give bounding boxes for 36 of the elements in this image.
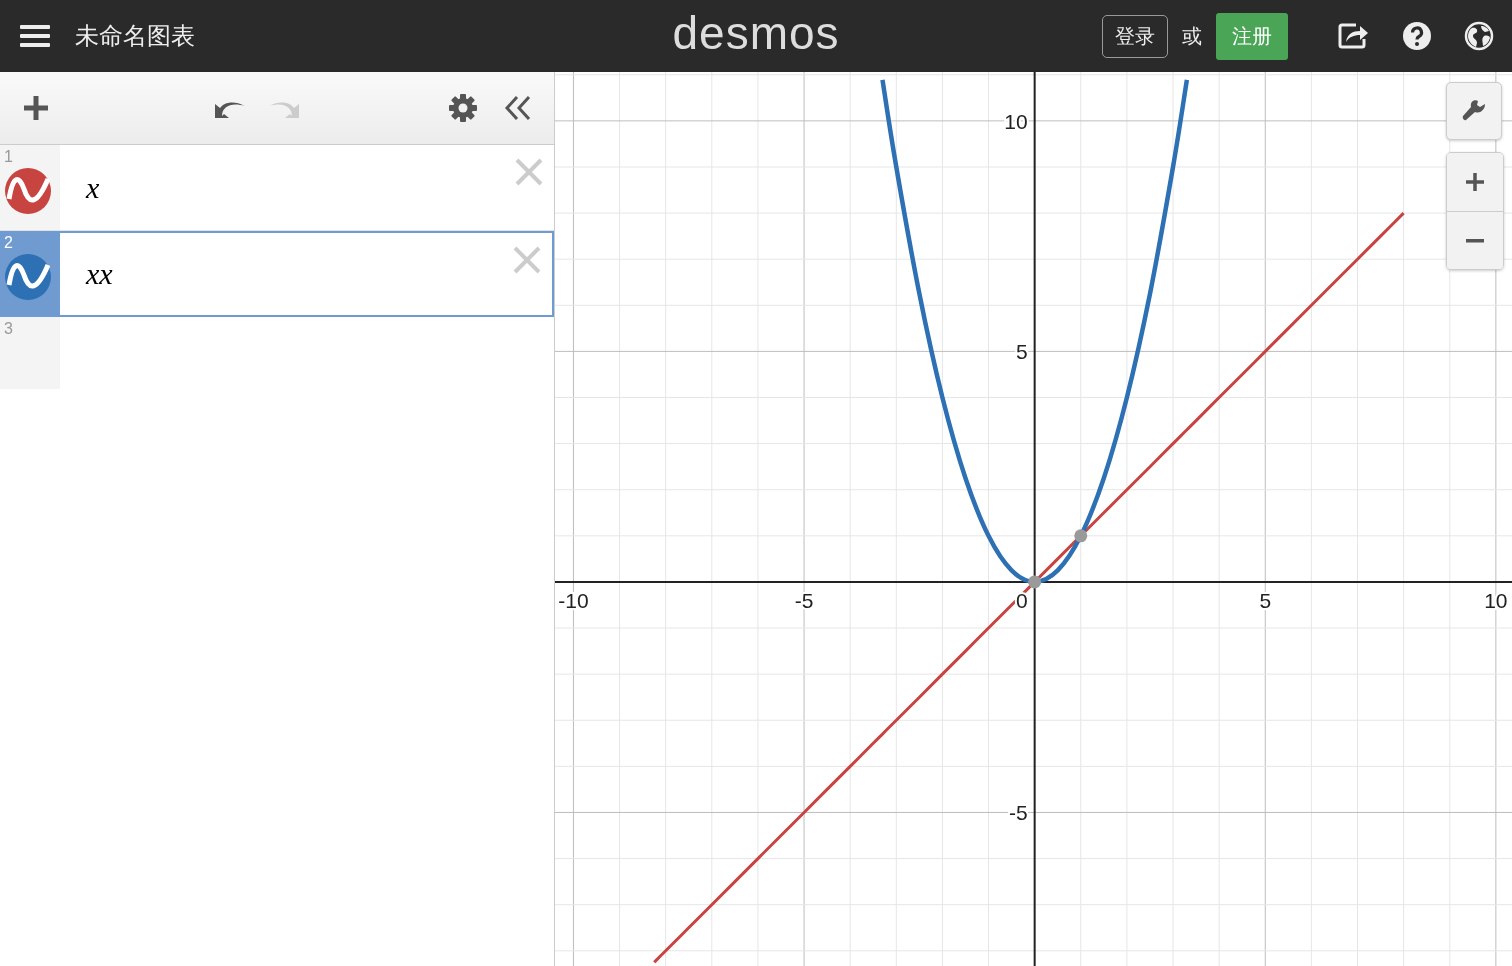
row-number: 3 — [4, 321, 14, 337]
minus-icon — [1466, 238, 1484, 243]
plus-icon — [1464, 171, 1486, 193]
tick-label: -5 — [1008, 801, 1028, 825]
or-text: 或 — [1182, 23, 1202, 49]
row-number: 2 — [4, 235, 14, 251]
tick-label: 5 — [1259, 588, 1272, 612]
zoom-in-button[interactable] — [1447, 153, 1503, 211]
expression-input[interactable]: xx — [60, 233, 552, 315]
row-number: 1 — [4, 149, 14, 165]
expression-text: xx — [86, 257, 113, 291]
add-icon[interactable] — [22, 94, 50, 122]
graph-settings-button[interactable] — [1446, 82, 1502, 140]
menu-icon[interactable] — [20, 24, 50, 48]
expression-text: x — [86, 170, 100, 205]
expression-row[interactable]: 1 x — [0, 145, 554, 231]
login-button[interactable]: 登录 — [1102, 14, 1168, 58]
intersection-point[interactable] — [1028, 575, 1042, 589]
tick-label: 10 — [1484, 588, 1508, 612]
tick-label: 10 — [1004, 109, 1028, 133]
logo: desmos — [672, 6, 840, 60]
tick-label: -5 — [794, 588, 814, 612]
intersection-point[interactable] — [1074, 529, 1088, 543]
graph-style-icon[interactable] — [4, 253, 52, 301]
settings-icon[interactable] — [448, 93, 478, 123]
graph-title[interactable]: 未命名图表 — [75, 20, 195, 52]
collapse-icon[interactable] — [504, 94, 532, 122]
globe-icon[interactable] — [1464, 21, 1494, 51]
tick-label: 0 — [1015, 588, 1028, 612]
help-icon[interactable] — [1402, 21, 1432, 51]
graph-style-icon[interactable] — [4, 167, 52, 215]
expression-row[interactable]: 2 xx — [0, 231, 554, 317]
expression-input[interactable]: x — [60, 145, 554, 230]
tick-label: 5 — [1015, 340, 1028, 364]
tick-label: -10 — [558, 588, 589, 612]
share-icon[interactable] — [1338, 22, 1370, 50]
